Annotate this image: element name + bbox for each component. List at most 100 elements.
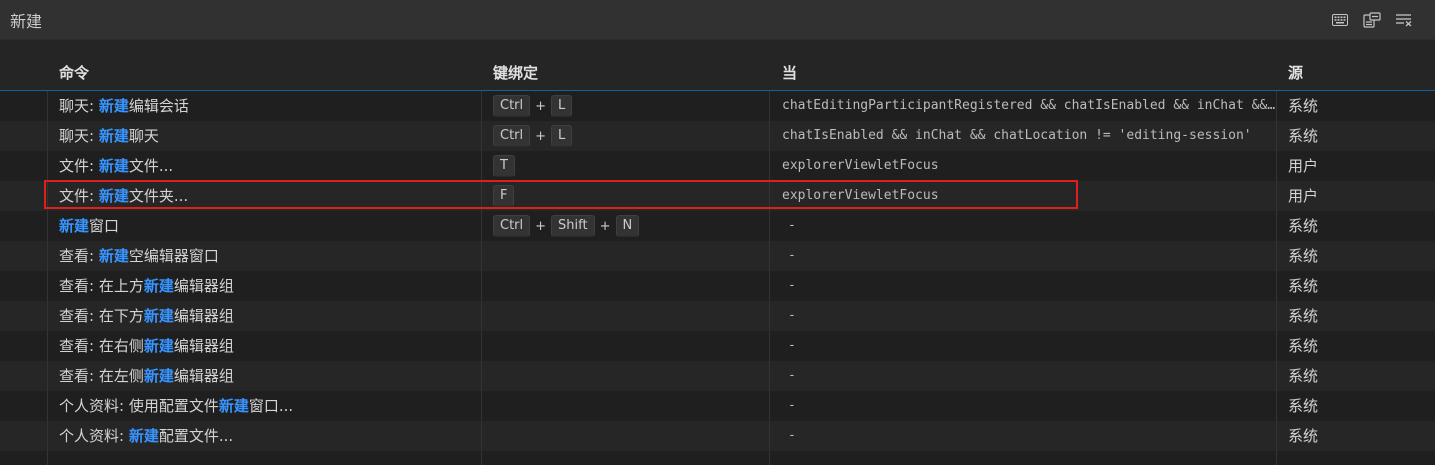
command-label-prefix: 聊天: [59, 97, 99, 115]
column-header-source[interactable]: 源 [1288, 62, 1303, 83]
command-label-suffix: 编辑会话 [128, 97, 189, 115]
command-cell: 个人资料: 使用配置文件新建窗口... [59, 391, 474, 421]
keybindings-table-body: 聊天: 新建编辑会话 Ctrl + LchatEditingParticipantRe… [0, 91, 1435, 451]
command-label-prefix: 查看: 在右侧 [59, 337, 144, 355]
table-row[interactable]: 文件: 新建文件夹... FexplorerViewletFocus 用户 [0, 181, 1435, 211]
command-label-prefix: 聊天: [59, 127, 99, 145]
command-label-prefix: 查看: 在上方 [59, 277, 144, 295]
when-cell[interactable]: - [782, 301, 1282, 331]
table-row[interactable]: 查看: 在右侧新建编辑器组 - 系统 [0, 331, 1435, 361]
when-cell[interactable]: chatEditingParticipantRegistered && chat… [782, 91, 1276, 121]
command-cell: 查看: 在下方新建编辑器组 [59, 301, 474, 331]
keybinding-cell[interactable]: F [493, 181, 763, 211]
command-label-suffix: 配置文件... [158, 427, 234, 445]
column-header-command[interactable]: 命令 [59, 62, 89, 83]
table-row[interactable]: 个人资料: 使用配置文件新建窗口... - 系统 [0, 391, 1435, 421]
when-cell[interactable]: - [782, 391, 1282, 421]
table-header: 命令 键绑定 当 源 [0, 54, 1435, 91]
source-cell: 系统 [1288, 217, 1319, 235]
key-label: Ctrl [493, 124, 531, 147]
keybinding-cell[interactable]: T [493, 151, 763, 181]
command-label-match: 新建 [98, 187, 129, 205]
table-row[interactable]: 新建窗口 Ctrl + Shift + N - 系统 [0, 211, 1435, 241]
column-header-keybinding[interactable]: 键绑定 [493, 62, 538, 83]
command-label-match: 新建 [59, 217, 90, 235]
when-cell[interactable]: - [782, 271, 1282, 301]
command-label-suffix: 编辑器组 [173, 277, 234, 295]
keybindings-search-bar [0, 0, 1435, 40]
column-divider [481, 91, 482, 465]
key-label: Shift [551, 214, 595, 237]
command-cell: 聊天: 新建聊天 [59, 121, 474, 151]
key-label: N [615, 214, 640, 237]
command-label-suffix: 编辑器组 [173, 337, 234, 355]
command-label-prefix: 文件: [59, 187, 99, 205]
command-label-match: 新建 [218, 397, 249, 415]
command-label-suffix: 窗口 [89, 217, 120, 235]
command-label-match: 新建 [143, 337, 174, 355]
key-label: Ctrl [493, 94, 531, 117]
when-cell[interactable]: - [782, 241, 1282, 271]
table-row[interactable]: 聊天: 新建编辑会话 Ctrl + L chatEditingParticipantRe… [0, 91, 1435, 121]
keybinding-cell[interactable] [493, 361, 763, 391]
keybinding-cell[interactable] [493, 241, 763, 271]
command-label-suffix: 空编辑器窗口 [128, 247, 219, 265]
source-cell: 系统 [1288, 337, 1319, 355]
when-cell[interactable]: explorerViewletFocus [782, 151, 1276, 181]
source-cell: 系统 [1288, 397, 1319, 415]
source-cell: 系统 [1288, 127, 1319, 145]
command-label-prefix: 个人资料: [59, 427, 129, 445]
when-cell[interactable]: - [782, 331, 1282, 361]
command-cell: 查看: 在右侧新建编辑器组 [59, 331, 474, 361]
command-label-match: 新建 [98, 157, 129, 175]
command-label-prefix: 查看: 在左侧 [59, 367, 144, 385]
command-label-match: 新建 [98, 97, 129, 115]
when-cell[interactable]: - [782, 421, 1282, 451]
command-cell: 查看: 新建空编辑器窗口 [59, 241, 474, 271]
command-label-suffix: 编辑器组 [173, 367, 234, 385]
command-label-suffix: 聊天 [128, 127, 159, 145]
source-cell: 系统 [1288, 247, 1319, 265]
keybinding-cell[interactable] [493, 421, 763, 451]
table-row[interactable]: 查看: 在下方新建编辑器组 - 系统 [0, 301, 1435, 331]
command-label-match: 新建 [143, 307, 174, 325]
keybindings-search-input[interactable] [0, 0, 1300, 39]
record-keys-icon[interactable] [1329, 9, 1351, 31]
keybinding-cell[interactable] [493, 301, 763, 331]
command-cell: 文件: 新建文件... [59, 151, 474, 181]
when-cell[interactable]: - [782, 361, 1282, 391]
command-label-suffix: 文件夹... [128, 187, 189, 205]
keybinding-cell[interactable] [493, 271, 763, 301]
keybinding-cell[interactable] [493, 331, 763, 361]
table-row[interactable]: 文件: 新建文件... TexplorerViewletFocus 用户 [0, 151, 1435, 181]
command-label-suffix: 文件... [128, 157, 174, 175]
when-cell[interactable]: chatIsEnabled && inChat && chatLocation … [782, 121, 1276, 151]
keybinding-cell[interactable]: Ctrl + L [493, 91, 763, 121]
when-cell[interactable]: explorerViewletFocus [782, 181, 1276, 211]
column-header-when[interactable]: 当 [782, 62, 797, 83]
keybinding-cell[interactable]: Ctrl + L [493, 121, 763, 151]
command-label-prefix: 文件: [59, 157, 99, 175]
key-label: F [493, 184, 515, 207]
table-row[interactable]: 查看: 在上方新建编辑器组 - 系统 [0, 271, 1435, 301]
source-cell: 系统 [1288, 277, 1319, 295]
column-divider [1276, 91, 1277, 465]
command-label-match: 新建 [128, 427, 159, 445]
table-row[interactable]: 查看: 新建空编辑器窗口 - 系统 [0, 241, 1435, 271]
command-label-match: 新建 [143, 367, 174, 385]
table-row[interactable]: 查看: 在左侧新建编辑器组 - 系统 [0, 361, 1435, 391]
command-label-match: 新建 [98, 127, 129, 145]
key-label: T [493, 154, 515, 177]
command-cell: 查看: 在上方新建编辑器组 [59, 271, 474, 301]
keybinding-cell[interactable]: Ctrl + Shift + N [493, 211, 763, 241]
sort-by-precedence-icon[interactable] [1361, 9, 1383, 31]
keybinding-cell[interactable] [493, 391, 763, 421]
when-cell[interactable]: - [782, 211, 1282, 241]
table-row[interactable]: 个人资料: 新建配置文件... - 系统 [0, 421, 1435, 451]
key-separator: + [599, 218, 611, 234]
command-cell: 新建窗口 [59, 211, 474, 241]
clear-filter-icon[interactable] [1393, 9, 1415, 31]
key-label: L [551, 94, 573, 117]
table-row[interactable]: 聊天: 新建聊天 Ctrl + L chatIsEnabled && inChat &&… [0, 121, 1435, 151]
key-separator: + [535, 218, 547, 234]
